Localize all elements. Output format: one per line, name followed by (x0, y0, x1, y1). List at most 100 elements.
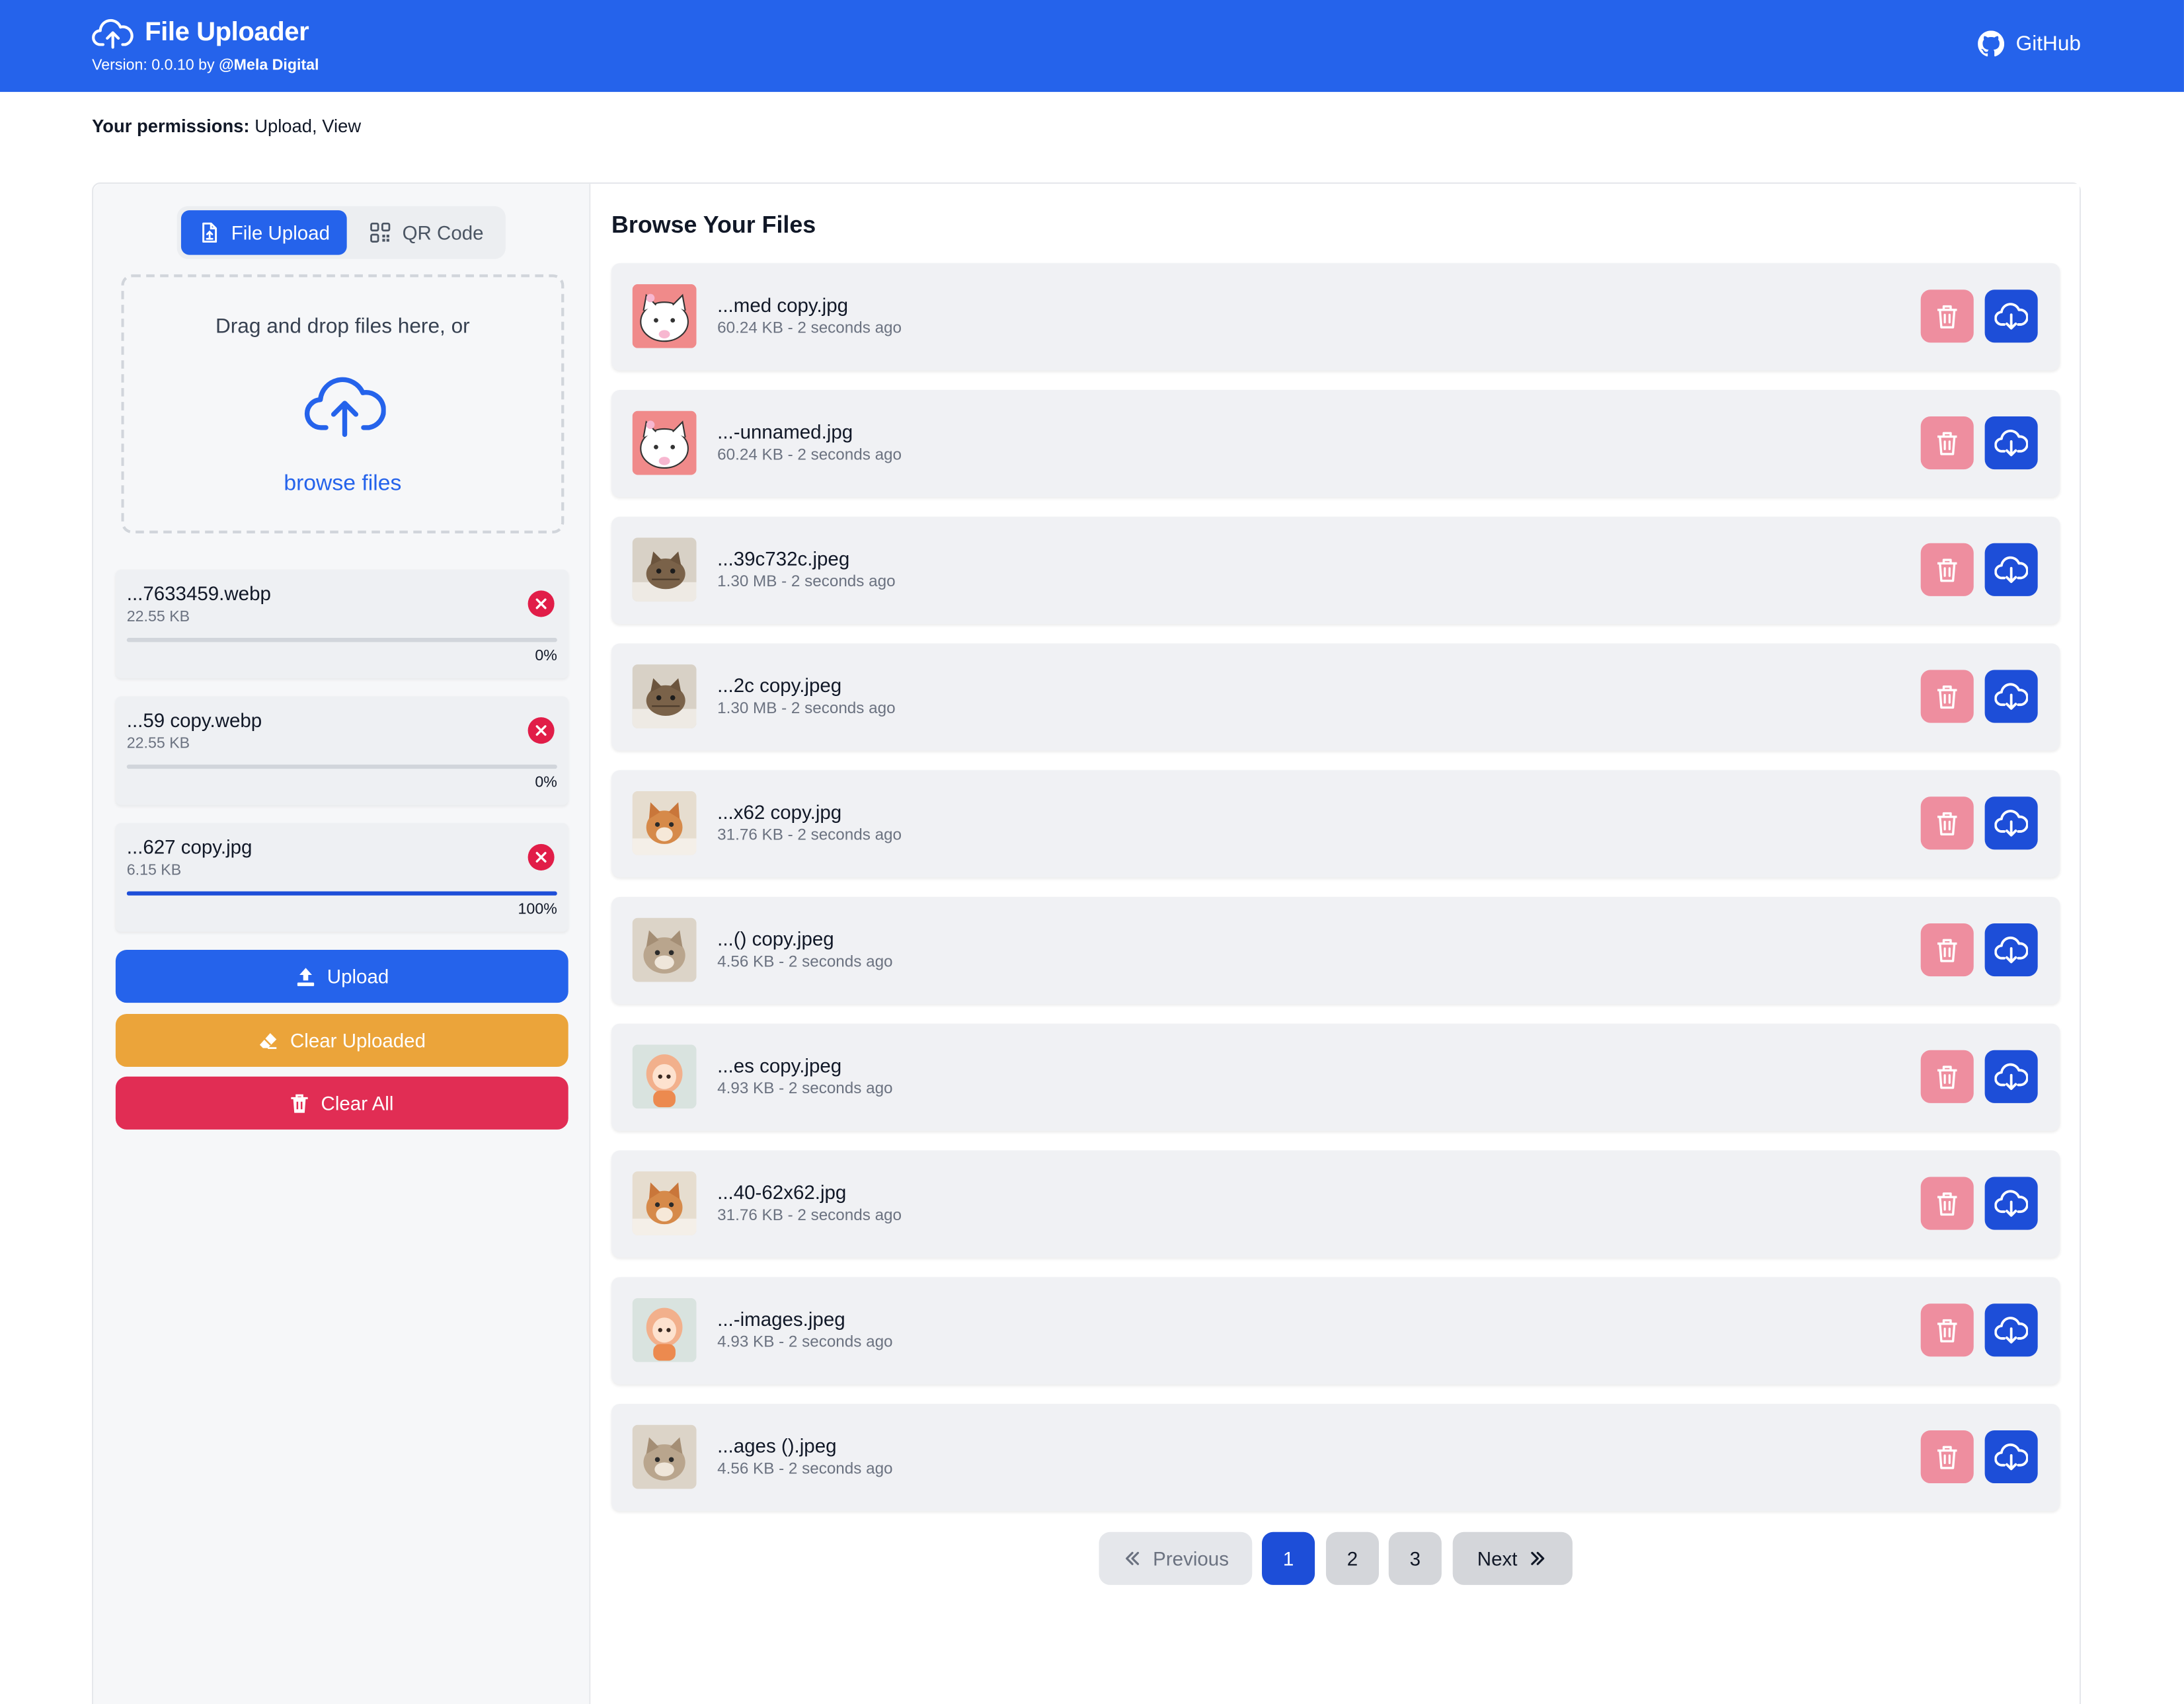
trash-icon (1937, 431, 1957, 455)
download-file-button[interactable] (1984, 543, 2038, 596)
upload-progress-bar (126, 638, 557, 642)
download-file-button[interactable] (1984, 796, 2038, 850)
cloud-download-icon (1994, 430, 2028, 457)
delete-file-button[interactable] (1920, 1430, 1974, 1484)
delete-file-button[interactable] (1920, 290, 1974, 343)
cloud-upload-icon (304, 377, 386, 438)
file-row: ...-unnamed.jpg 60.24 KB - 2 seconds ago (611, 389, 2060, 498)
page-button-1[interactable]: 1 (1262, 1531, 1315, 1585)
remove-file-button[interactable] (527, 843, 555, 871)
file-meta: 60.24 KB - 2 seconds ago (717, 447, 902, 464)
clear-all-button-label: Clear All (321, 1091, 394, 1114)
version-line: Version: 0.0.10 by @Mela Digital (92, 57, 319, 73)
tab-file-upload-label: File Upload (231, 221, 331, 244)
upload-progress-percent: 0% (535, 774, 557, 791)
file-thumbnail (632, 1171, 697, 1235)
trash-icon (1937, 304, 1957, 328)
qr-code-icon (370, 222, 390, 243)
queue-file-name: ...59 copy.webp (126, 709, 262, 732)
delete-file-button[interactable] (1920, 923, 1974, 977)
tab-qr-code[interactable]: QR Code (352, 210, 500, 254)
page-button-3[interactable]: 3 (1388, 1531, 1442, 1585)
delete-file-button[interactable] (1920, 670, 1974, 723)
cloud-download-icon (1994, 1190, 2028, 1217)
next-page-button[interactable]: Next (1452, 1531, 1573, 1585)
download-file-button[interactable] (1984, 923, 2038, 977)
trash-icon (1937, 1318, 1957, 1342)
file-thumbnail (632, 410, 697, 475)
delete-file-button[interactable] (1920, 543, 1974, 596)
previous-page-button[interactable]: Previous (1099, 1531, 1253, 1585)
queue-file-size: 22.55 KB (126, 608, 190, 626)
download-file-button[interactable] (1984, 1177, 2038, 1230)
download-file-button[interactable] (1984, 670, 2038, 723)
upload-progress-percent: 0% (535, 647, 557, 665)
cloud-download-icon (1994, 810, 2028, 837)
permissions-line: Your permissions: Upload, View (92, 116, 361, 137)
github-icon (1978, 30, 2005, 57)
download-file-button[interactable] (1984, 290, 2038, 343)
page-button-2[interactable]: 2 (1325, 1531, 1380, 1585)
file-row: ...40-62x62.jpg 31.76 KB - 2 seconds ago (611, 1150, 2060, 1258)
file-name: ...ages ().jpeg (717, 1434, 837, 1457)
cloud-download-icon (1994, 1063, 2028, 1091)
remove-file-button[interactable] (527, 590, 555, 617)
file-thumbnail (632, 284, 697, 348)
trash-icon (1937, 558, 1957, 582)
file-name: ...-unnamed.jpg (717, 420, 853, 444)
chevrons-left-icon (1125, 1551, 1139, 1565)
close-icon (535, 725, 547, 736)
delete-file-button[interactable] (1920, 1177, 1974, 1230)
main-panel: File Upload QR Code Drag and drop files … (92, 182, 2082, 1704)
download-file-button[interactable] (1984, 1050, 2038, 1103)
tab-file-upload[interactable]: File Upload (180, 210, 347, 255)
file-name: ...-images.jpeg (717, 1307, 845, 1331)
trash-icon (1937, 1065, 1957, 1089)
upload-button[interactable]: Upload (115, 950, 568, 1003)
clear-all-button[interactable]: Clear All (115, 1076, 568, 1130)
delete-file-button[interactable] (1920, 1303, 1974, 1357)
author-link[interactable]: @Mela Digital (219, 57, 319, 73)
file-dropzone[interactable]: Drag and drop files here, or browse file… (121, 274, 565, 534)
trash-icon (1937, 1445, 1957, 1469)
app-title: File Uploader (145, 18, 309, 48)
download-file-button[interactable] (1984, 1303, 2038, 1357)
upload-icon (297, 967, 314, 986)
file-row: ...() copy.jpeg 4.56 KB - 2 seconds ago (611, 896, 2060, 1005)
upload-tabs: File Upload QR Code (176, 206, 506, 259)
github-label: GitHub (2015, 32, 2082, 56)
file-thumbnail (632, 537, 697, 602)
download-file-button[interactable] (1984, 416, 2038, 470)
clear-uploaded-button-label: Clear Uploaded (290, 1029, 426, 1052)
queue-item: ...7633459.webp 22.55 KB 0% (115, 569, 568, 679)
cloud-download-icon (1994, 1443, 2028, 1471)
permissions-value: Upload, View (254, 115, 362, 137)
file-thumbnail (632, 664, 697, 729)
browse-files-link[interactable]: browse files (124, 472, 562, 497)
queue-file-size: 6.15 KB (126, 862, 182, 879)
file-name: ...2c copy.jpeg (717, 674, 842, 697)
clear-uploaded-button[interactable]: Clear Uploaded (115, 1013, 568, 1067)
app-header: File Uploader Version: 0.0.10 by @Mela D… (0, 0, 2184, 93)
upload-progress-percent: 100% (518, 901, 557, 918)
upload-button-label: Upload (327, 965, 389, 988)
permissions-label: Your permissions: (92, 115, 250, 137)
queue-file-size: 22.55 KB (126, 735, 190, 752)
trash-icon (292, 1093, 309, 1112)
remove-file-button[interactable] (527, 717, 555, 744)
file-thumbnail (632, 917, 697, 982)
file-row: ...med copy.jpg 60.24 KB - 2 seconds ago (611, 263, 2060, 371)
upload-sidebar: File Upload QR Code Drag and drop files … (93, 184, 591, 1704)
trash-icon (1937, 938, 1957, 962)
eraser-icon (260, 1032, 277, 1048)
delete-file-button[interactable] (1920, 1050, 1974, 1103)
queue-file-name: ...7633459.webp (126, 582, 271, 605)
file-name: ...med copy.jpg (717, 293, 849, 317)
download-file-button[interactable] (1984, 1430, 2038, 1484)
delete-file-button[interactable] (1920, 416, 1974, 470)
cloud-download-icon (1994, 937, 2028, 964)
delete-file-button[interactable] (1920, 796, 1974, 850)
cloud-upload-icon (92, 19, 134, 49)
github-link[interactable]: GitHub (1978, 30, 2081, 57)
version-text: Version: 0.0.10 by (92, 57, 219, 74)
